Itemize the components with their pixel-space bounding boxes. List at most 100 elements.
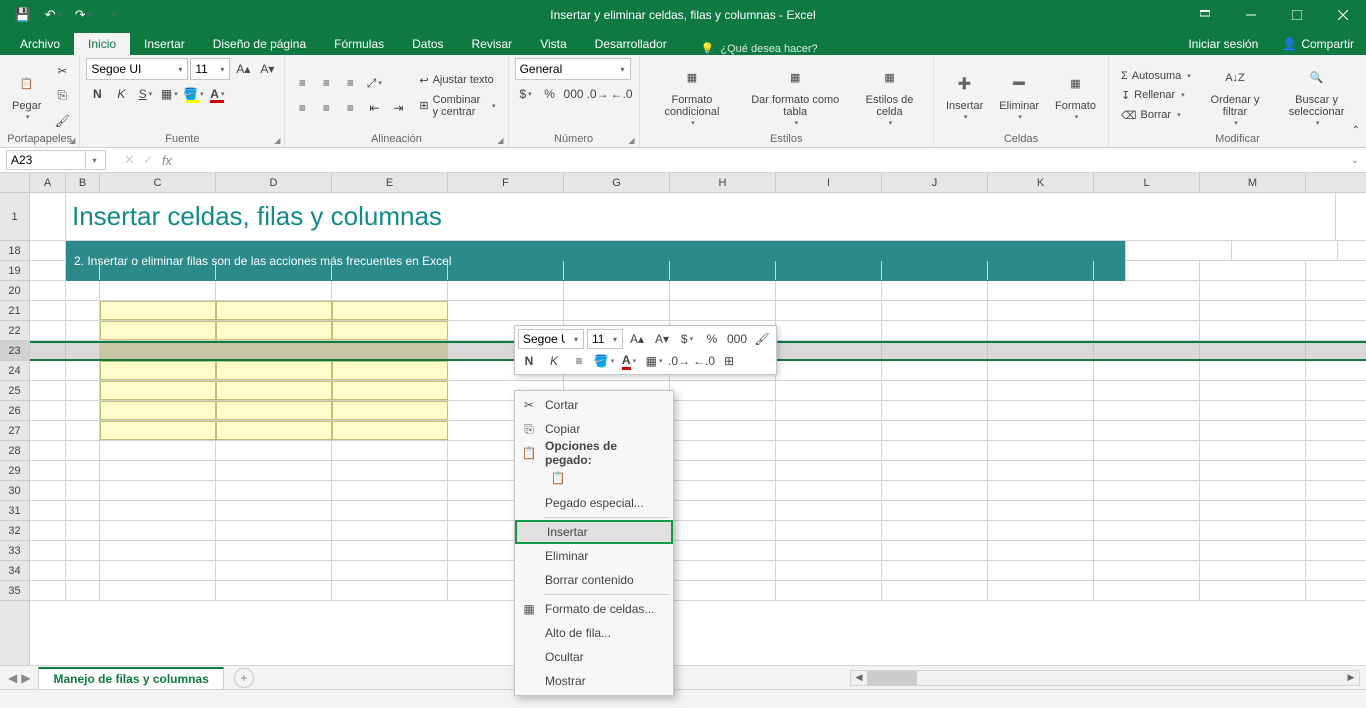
expand-formula-bar-icon[interactable]: ⌄ xyxy=(1344,155,1366,166)
column-header[interactable]: D xyxy=(216,173,332,192)
row-header[interactable]: 35 xyxy=(0,581,29,601)
fx-icon[interactable]: fx xyxy=(162,153,172,168)
align-right-icon[interactable]: ≡ xyxy=(339,97,361,119)
alignment-launcher-icon[interactable]: ◢ xyxy=(497,136,503,145)
fill-color-button[interactable]: 🪣▾ xyxy=(182,83,204,105)
mini-currency-icon[interactable]: $▾ xyxy=(676,329,698,349)
underline-button[interactable]: S▾ xyxy=(134,83,156,105)
align-left-icon[interactable]: ≡ xyxy=(291,97,313,119)
ctx-paste-default[interactable]: 📋 xyxy=(545,465,571,491)
enter-formula-icon[interactable]: ✓ xyxy=(143,152,154,168)
tab-page-layout[interactable]: Diseño de página xyxy=(199,33,320,55)
horizontal-scrollbar[interactable]: ◀ ▶ xyxy=(850,670,1360,686)
sheet-nav-prev-icon[interactable]: ◀ xyxy=(8,671,17,685)
italic-button[interactable]: K xyxy=(110,83,132,105)
format-painter-icon[interactable]: 🖌 xyxy=(51,110,73,132)
mini-bold-button[interactable]: N xyxy=(518,351,540,371)
sheet-tab-active[interactable]: Manejo de filas y columnas xyxy=(38,667,223,689)
align-center-icon[interactable]: ≡ xyxy=(315,97,337,119)
grow-font-icon[interactable]: A▴ xyxy=(232,58,254,80)
wrap-text-button[interactable]: ↩ Ajustar texto xyxy=(413,72,501,89)
ctx-cut[interactable]: ✂Cortar xyxy=(515,393,673,417)
mini-align-icon[interactable]: ≡ xyxy=(568,351,590,371)
tab-formulas[interactable]: Fórmulas xyxy=(320,33,398,55)
scroll-right-icon[interactable]: ▶ xyxy=(1343,672,1359,683)
tell-me[interactable]: 💡 ¿Qué desea hacer? xyxy=(701,42,818,55)
cells-area[interactable]: Insertar celdas, filas y columnas2. Inse… xyxy=(30,193,1366,601)
clear-button[interactable]: ⌫ Borrar▾ xyxy=(1115,107,1197,124)
column-header[interactable]: G xyxy=(564,173,670,192)
increase-indent-icon[interactable]: ⇥ xyxy=(387,97,409,119)
mini-thousands-icon[interactable]: 000 xyxy=(726,329,748,349)
border-button[interactable]: ▦▾ xyxy=(158,83,180,105)
maximize-icon[interactable] xyxy=(1274,0,1320,30)
row-header[interactable]: 1 xyxy=(0,193,29,241)
row-header[interactable]: 33 xyxy=(0,541,29,561)
mini-font-color-icon[interactable]: A▾ xyxy=(618,351,640,371)
column-header[interactable]: M xyxy=(1200,173,1306,192)
cut-icon[interactable]: ✂ xyxy=(51,60,73,82)
align-top-icon[interactable]: ≡ xyxy=(291,72,313,94)
tab-file[interactable]: Archivo xyxy=(6,33,74,55)
row-header[interactable]: 34 xyxy=(0,561,29,581)
row-header[interactable]: 27 xyxy=(0,421,29,441)
ctx-insert[interactable]: Insertar xyxy=(515,520,673,544)
align-bottom-icon[interactable]: ≡ xyxy=(339,72,361,94)
column-header[interactable]: C xyxy=(100,173,216,192)
scroll-left-icon[interactable]: ◀ xyxy=(851,672,867,683)
ctx-row-height[interactable]: Alto de fila... xyxy=(515,621,673,645)
mini-dec-decimal-icon[interactable]: ←.0 xyxy=(693,351,715,371)
row-header[interactable]: 31 xyxy=(0,501,29,521)
tab-home[interactable]: Inicio xyxy=(74,33,130,55)
delete-cells-button[interactable]: ➖Eliminar▾ xyxy=(993,68,1045,124)
ribbon-options-icon[interactable] xyxy=(1182,0,1228,30)
percent-icon[interactable]: % xyxy=(539,83,561,105)
paste-button[interactable]: 📋 Pegar▾ xyxy=(6,68,47,124)
formula-input[interactable] xyxy=(180,151,1344,170)
sort-filter-button[interactable]: A↓ZOrdenar y filtrar▾ xyxy=(1201,62,1269,130)
row-header[interactable]: 30 xyxy=(0,481,29,501)
tab-review[interactable]: Revisar xyxy=(458,33,527,55)
row-header[interactable]: 23 xyxy=(0,341,29,361)
shrink-font-icon[interactable]: A▾ xyxy=(256,58,278,80)
column-header[interactable]: E xyxy=(332,173,448,192)
format-cells-button[interactable]: ▦Formato▾ xyxy=(1049,68,1102,124)
mini-grow-font-icon[interactable]: A▴ xyxy=(626,329,648,349)
ctx-copy[interactable]: ⎘Copiar xyxy=(515,417,673,441)
ctx-clear-contents[interactable]: Borrar contenido xyxy=(515,568,673,592)
tab-insert[interactable]: Insertar xyxy=(130,33,199,55)
merge-center-button[interactable]: ⊞ Combinar y centrar▾ xyxy=(413,92,501,120)
column-header[interactable]: I xyxy=(776,173,882,192)
column-header[interactable]: K xyxy=(988,173,1094,192)
column-header[interactable]: A xyxy=(30,173,66,192)
font-name-combo[interactable]: ▾ xyxy=(86,58,188,80)
select-all-corner[interactable] xyxy=(0,173,29,193)
mini-inc-decimal-icon[interactable]: .0→ xyxy=(668,351,690,371)
row-header[interactable]: 22 xyxy=(0,321,29,341)
mini-shrink-font-icon[interactable]: A▾ xyxy=(651,329,673,349)
column-header[interactable]: J xyxy=(882,173,988,192)
row-header[interactable]: 25 xyxy=(0,381,29,401)
number-format-combo[interactable]: ▾ xyxy=(515,58,631,80)
mini-fill-color-icon[interactable]: 🪣▾ xyxy=(593,351,615,371)
find-select-button[interactable]: 🔍Buscar y seleccionar▾ xyxy=(1273,62,1360,130)
tab-data[interactable]: Datos xyxy=(398,33,457,55)
sheet-nav-next-icon[interactable]: ▶ xyxy=(21,671,30,685)
number-launcher-icon[interactable]: ◢ xyxy=(628,136,634,145)
qat-customize-icon[interactable]: ▾ xyxy=(98,0,128,30)
font-launcher-icon[interactable]: ◢ xyxy=(274,136,280,145)
close-icon[interactable] xyxy=(1320,0,1366,30)
redo-icon[interactable]: ↷▾ xyxy=(68,0,98,30)
mini-border-icon[interactable]: ▦▾ xyxy=(643,351,665,371)
mini-font-combo[interactable]: ▾ xyxy=(518,329,584,349)
row-header[interactable]: 32 xyxy=(0,521,29,541)
cell-styles-button[interactable]: ▦Estilos de celda▾ xyxy=(852,62,927,130)
tab-view[interactable]: Vista xyxy=(526,33,580,55)
cancel-formula-icon[interactable]: ✕ xyxy=(124,152,135,168)
name-box-input[interactable] xyxy=(7,151,85,169)
save-icon[interactable]: 💾 xyxy=(8,0,38,30)
mini-format-painter-icon[interactable]: 🖌 xyxy=(751,329,773,349)
tab-developer[interactable]: Desarrollador xyxy=(581,33,681,55)
autosum-button[interactable]: Σ Autosuma▾ xyxy=(1115,68,1197,84)
row-header[interactable]: 19 xyxy=(0,261,29,281)
